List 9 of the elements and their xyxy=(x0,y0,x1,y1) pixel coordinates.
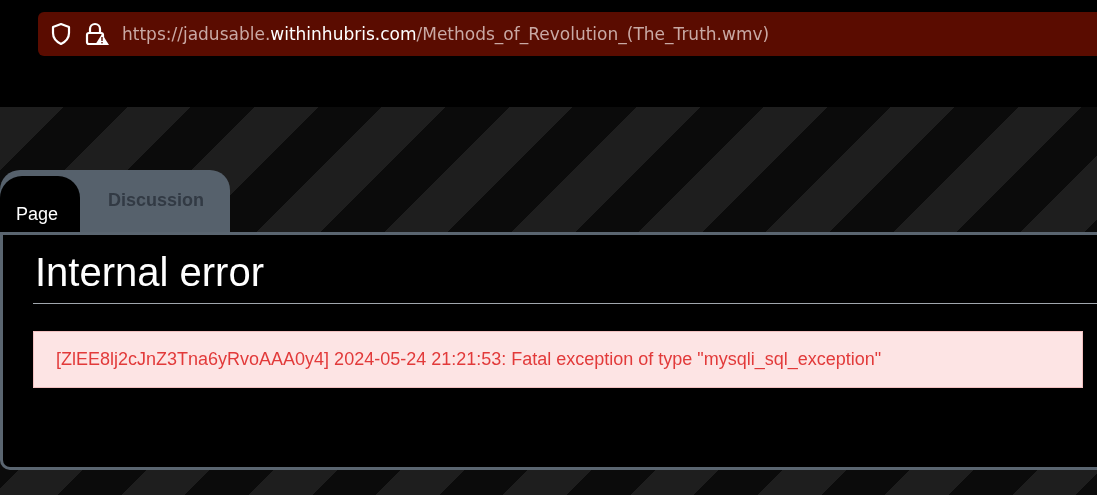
page-heading: Internal error xyxy=(33,249,1097,304)
url-scheme-host: https://jadusable. xyxy=(122,24,271,44)
shield-icon[interactable] xyxy=(50,22,72,46)
error-message: [ZlEE8lj2cJnZ3Tna6yRvoAAA0y4] 2024-05-24 21:21:53: Fatal exception of type "mysqli_sql_exception" xyxy=(33,331,1083,388)
url-path: /Methods_of_Revolution_(The_Truth.wmv) xyxy=(416,24,770,44)
tab[interactable]: Page xyxy=(0,176,80,233)
lock-warning-icon[interactable] xyxy=(84,22,110,46)
url-domain: withinhubris.com xyxy=(270,24,417,44)
address-bar[interactable]: https://jadusable.withinhubris.com/Methods_of_Revolution_(The_Truth.wmv) xyxy=(38,12,1097,56)
